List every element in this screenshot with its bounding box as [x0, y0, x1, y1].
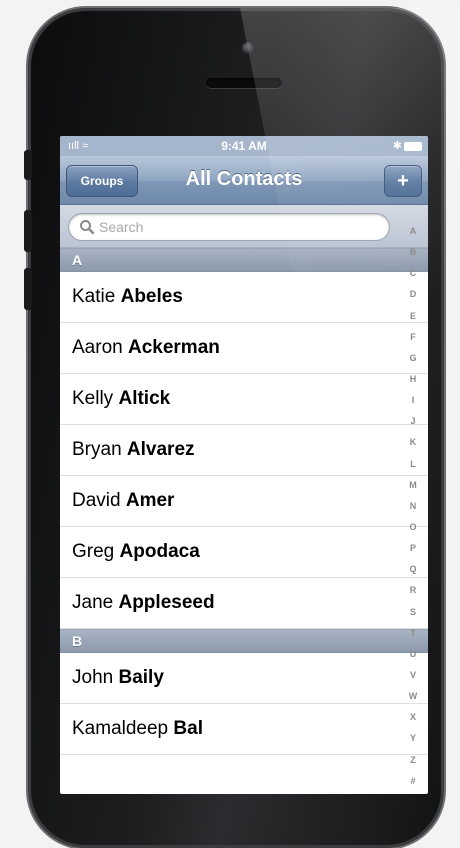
contact-first-name: John — [72, 667, 119, 688]
index-letter[interactable]: Q — [409, 564, 416, 574]
index-letter[interactable]: X — [410, 712, 416, 722]
contact-last-name: Apodaca — [119, 541, 200, 562]
index-letter[interactable]: P — [410, 543, 416, 553]
contact-last-name: Bal — [173, 718, 203, 739]
add-contact-button[interactable]: + — [384, 165, 422, 197]
index-letter[interactable]: J — [410, 416, 415, 426]
contact-last-name: Appleseed — [118, 592, 215, 613]
contact-list: A Katie Abeles Aaron Ackerman Kelly Altick B… — [60, 248, 428, 755]
index-letter[interactable]: E — [410, 311, 416, 321]
contact-last-name: Altick — [118, 388, 171, 409]
index-letter[interactable]: K — [410, 437, 417, 447]
index-letter[interactable]: Z — [410, 755, 416, 765]
contact-first-name: Aaron — [72, 337, 128, 358]
index-letter[interactable]: H — [410, 374, 417, 384]
alphabet-index[interactable]: A B C D E F G H I J K L M N O P Q R S T U V W X Y Z # — [400, 226, 426, 786]
contact-first-name: Jane — [72, 592, 119, 613]
contact-first-name: Katie — [72, 286, 121, 307]
index-letter[interactable]: S — [410, 607, 416, 617]
index-letter[interactable]: I — [412, 395, 415, 405]
contact-row[interactable]: Bryan Alvarez — [60, 425, 428, 476]
front-camera — [242, 42, 254, 54]
index-letter[interactable]: C — [410, 268, 417, 278]
contact-last-name: Abeles — [120, 286, 183, 307]
contact-last-name: Amer — [125, 490, 175, 511]
battery-icon — [404, 142, 422, 151]
contact-first-name: David — [72, 490, 126, 511]
contact-row[interactable]: Katie Abeles — [60, 272, 428, 323]
section-header-a: A — [60, 248, 428, 272]
contact-row[interactable]: David Amer — [60, 476, 428, 527]
bluetooth-icon: ✱ — [392, 140, 402, 152]
index-letter[interactable]: W — [409, 691, 418, 701]
index-letter[interactable]: O — [409, 522, 416, 532]
earpiece-speaker — [206, 78, 282, 88]
search-input[interactable]: Search — [68, 213, 390, 241]
contact-first-name: Kelly — [72, 388, 119, 409]
status-time: 9:41 AM — [221, 139, 267, 153]
search-placeholder: Search — [99, 219, 144, 235]
contact-row[interactable]: Kamaldeep Bal — [60, 704, 428, 755]
search-bar: Search — [60, 205, 428, 248]
contact-first-name: Kamaldeep — [72, 718, 174, 739]
index-letter[interactable]: A — [410, 226, 417, 236]
index-letter[interactable]: L — [410, 459, 416, 469]
index-letter[interactable]: U — [410, 649, 417, 659]
mute-switch — [24, 150, 32, 180]
contact-last-name: Alvarez — [126, 439, 195, 460]
index-letter[interactable]: # — [410, 776, 415, 786]
contact-row[interactable]: Greg Apodaca — [60, 527, 428, 578]
page-title: All Contacts — [185, 168, 303, 190]
index-letter[interactable]: Y — [410, 733, 416, 743]
index-letter[interactable]: R — [410, 585, 417, 595]
index-letter[interactable]: D — [410, 289, 417, 299]
contact-first-name: Greg — [72, 541, 120, 562]
navigation-bar: Groups All Contacts + — [60, 156, 428, 205]
index-letter[interactable]: F — [410, 332, 416, 342]
volume-up-button — [24, 210, 32, 252]
phone-screen: ııll ≈ 9:41 AM ✱ Groups All Contacts + S… — [60, 136, 428, 794]
index-letter[interactable]: G — [409, 353, 416, 363]
contact-row[interactable]: John Baily — [60, 653, 428, 704]
volume-down-button — [24, 268, 32, 310]
contact-last-name: Baily — [118, 667, 164, 688]
index-letter[interactable]: T — [410, 628, 416, 638]
contact-row[interactable]: Jane Appleseed — [60, 578, 428, 629]
index-letter[interactable]: B — [410, 247, 417, 257]
contact-row[interactable]: Kelly Altick — [60, 374, 428, 425]
index-letter[interactable]: V — [410, 670, 416, 680]
status-bar: ııll ≈ 9:41 AM ✱ — [60, 136, 428, 156]
index-letter[interactable]: N — [410, 501, 417, 511]
contact-row[interactable]: Aaron Ackerman — [60, 323, 428, 374]
contact-first-name: Bryan — [72, 439, 127, 460]
section-header-b: B — [60, 629, 428, 653]
search-icon — [80, 220, 95, 235]
contact-last-name: Ackerman — [127, 337, 220, 358]
index-letter[interactable]: M — [409, 480, 417, 490]
